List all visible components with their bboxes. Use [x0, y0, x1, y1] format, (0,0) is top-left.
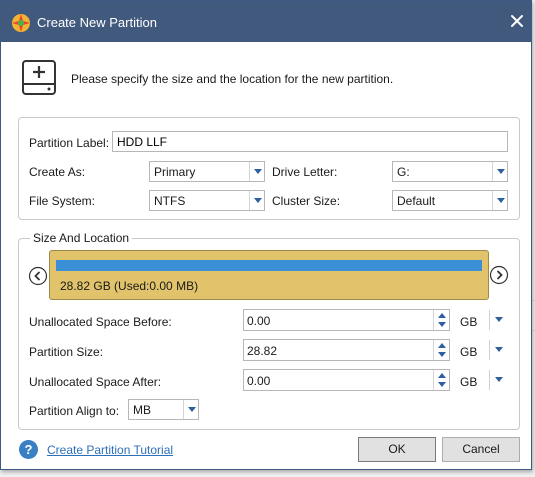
chevron-left-icon[interactable] — [28, 266, 48, 286]
chevron-down-icon[interactable] — [492, 162, 507, 181]
unallocated-after-value: 0.00 — [247, 374, 271, 388]
close-icon[interactable] — [507, 11, 527, 31]
size-location-legend: Size And Location — [30, 231, 133, 245]
chevron-down-icon[interactable] — [249, 191, 264, 210]
chevron-down-icon[interactable] — [249, 162, 264, 181]
chevron-right-icon[interactable] — [489, 265, 509, 285]
unallocated-before-value: 0.00 — [247, 314, 271, 328]
partition-size-label: Partition Size: — [29, 345, 104, 359]
file-system-select[interactable]: NTFS — [149, 190, 265, 211]
unit-label: GB — [460, 375, 478, 389]
title-bar[interactable]: Create New Partition — [1, 1, 531, 42]
partition-align-label: Partition Align to: — [29, 404, 120, 418]
decrement-icon[interactable] — [434, 320, 449, 330]
partition-align-value: MB — [133, 403, 151, 417]
partition-usage-bar — [56, 260, 482, 271]
increment-icon[interactable] — [434, 340, 449, 350]
cluster-size-value: Default — [397, 194, 436, 208]
unit-dropdown-icon[interactable] — [493, 340, 505, 360]
partition-size-value: 28.82 — [247, 344, 278, 358]
dialog-title: Create New Partition — [37, 15, 157, 30]
unit-dropdown-icon[interactable] — [493, 310, 505, 330]
svg-text:?: ? — [25, 442, 33, 457]
add-disk-icon — [22, 60, 56, 95]
partition-align-select[interactable]: MB — [128, 399, 199, 420]
partition-label-input[interactable] — [112, 131, 508, 152]
drive-letter-select[interactable]: G: — [392, 161, 508, 182]
file-system-label: File System: — [29, 194, 96, 208]
unit-label: GB — [460, 345, 478, 359]
unallocated-after-label: Unallocated Space After: — [29, 375, 162, 389]
drive-letter-label: Drive Letter: — [272, 165, 338, 179]
unallocated-before-stepper[interactable]: 0.00 — [243, 309, 450, 331]
cluster-size-select[interactable]: Default — [392, 190, 508, 211]
create-partition-dialog: Create New Partition Please specify the … — [0, 0, 532, 470]
partition-size-text: 28.82 GB (Used:0.00 MB) — [60, 279, 199, 293]
increment-icon[interactable] — [434, 370, 449, 380]
app-logo-icon — [12, 14, 30, 32]
partition-size-stepper[interactable]: 28.82 — [243, 339, 450, 361]
partition-block[interactable]: 28.82 GB (Used:0.00 MB) — [49, 250, 489, 300]
decrement-icon[interactable] — [434, 350, 449, 360]
unallocated-after-stepper[interactable]: 0.00 — [243, 369, 450, 391]
header-description: Please specify the size and the location… — [71, 72, 394, 86]
unit-dropdown-icon[interactable] — [493, 370, 505, 390]
create-as-value: Primary — [154, 165, 196, 179]
increment-icon[interactable] — [434, 310, 449, 320]
create-as-select[interactable]: Primary — [149, 161, 265, 182]
unallocated-before-label: Unallocated Space Before: — [29, 315, 172, 329]
unit-label: GB — [460, 315, 478, 329]
cluster-size-label: Cluster Size: — [272, 194, 341, 208]
partition-tutorial-link[interactable]: Create Partition Tutorial — [47, 443, 173, 457]
cancel-button[interactable]: Cancel — [442, 437, 520, 462]
help-icon[interactable]: ? — [18, 439, 39, 460]
drive-letter-value: G: — [397, 165, 410, 179]
chevron-down-icon[interactable] — [183, 400, 198, 419]
ok-button[interactable]: OK — [358, 437, 436, 462]
chevron-down-icon[interactable] — [492, 191, 507, 210]
decrement-icon[interactable] — [434, 380, 449, 390]
partition-label-label: Partition Label: — [29, 136, 110, 150]
create-as-label: Create As: — [29, 165, 86, 179]
file-system-value: NTFS — [154, 194, 186, 208]
